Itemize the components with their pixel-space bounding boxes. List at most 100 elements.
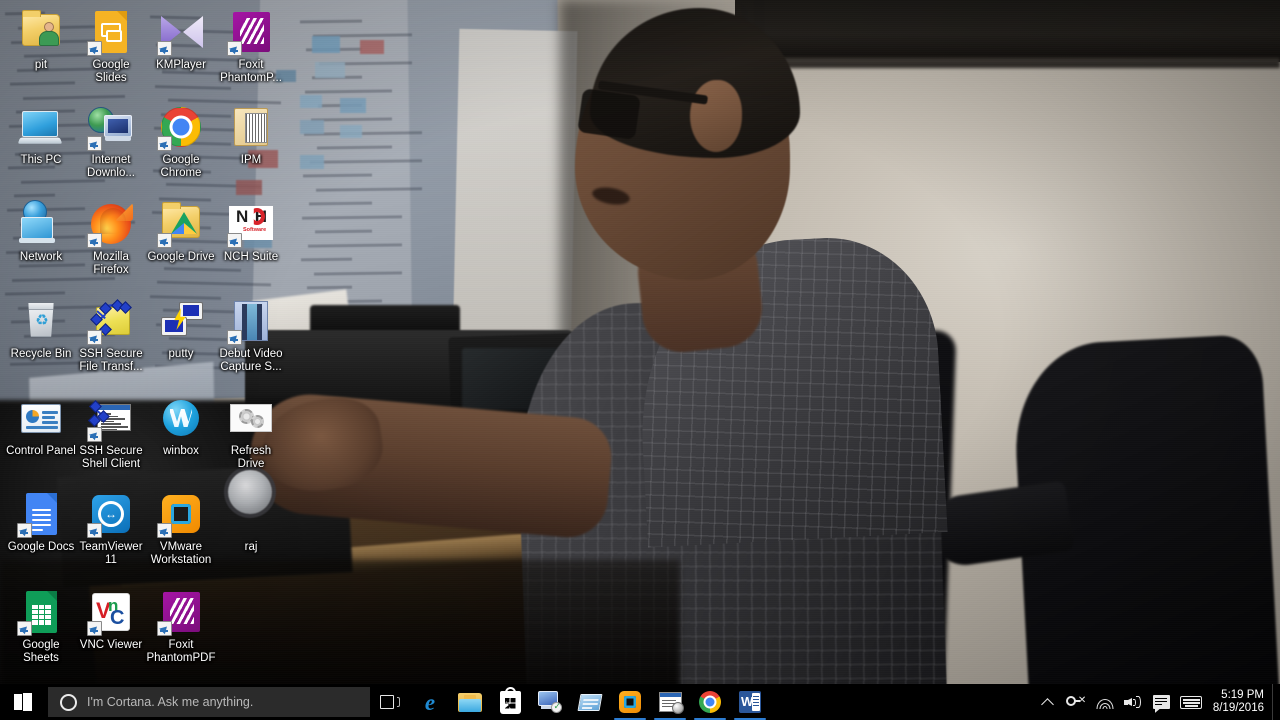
shortcut-overlay-icon [87,330,102,345]
desktop-icon-label: Control Panel [6,445,76,457]
desktop-icon-label: Google Drive [147,251,215,263]
desktop-icon-kmplayer[interactable]: KMPlayer [146,8,216,72]
search-input[interactable]: I'm Cortana. Ask me anything. [48,687,370,717]
shortcut-overlay-icon [87,427,102,442]
taskbar-item-ssh-secure-shell-client[interactable] [650,684,690,720]
desktop-icon-label: TeamViewer 11 [79,541,143,566]
taskbar-item-microsoft-word[interactable]: W [730,684,770,720]
desktop-icon-ipm[interactable]: IPM [216,103,286,167]
show-hidden-icons-button[interactable] [1035,684,1061,720]
debut-video-capture-icon [227,297,275,345]
shortcut-overlay-icon [87,621,102,636]
desktop-icon-winbox[interactable]: winbox [146,394,216,458]
google-chrome-icon [157,103,205,151]
desktop-icon-label: raj [244,541,258,553]
desktop-icon-google-sheets[interactable]: Google Sheets [6,588,76,664]
desktop-icon-label: NCH Suite [223,251,279,263]
windows-logo-icon [14,693,32,711]
internet-download-manager-icon [87,103,135,151]
desktop[interactable]: pit Google Slides KMPlayer Foxit PhantomP..… [0,0,1280,720]
task-view-button[interactable] [370,684,410,720]
shortcut-overlay-icon [17,523,32,538]
taskbar-item-google-chrome[interactable] [690,684,730,720]
chrome-icon [699,691,721,713]
desktop-icon-label: Network [19,251,63,263]
desktop-icon-label: Google Slides [92,59,130,84]
desktop-icon-raj[interactable]: raj [216,490,286,554]
desktop-icon-label: Recycle Bin [10,348,72,360]
taskbar-item-file-explorer[interactable] [450,684,490,720]
desktop-icon-label: Refresh Drive [230,445,272,470]
desktop-icon-label: KMPlayer [156,59,206,71]
taskbar-item-remote-desktop[interactable] [530,684,570,720]
desktop-icon-mozilla-firefox[interactable]: Mozilla Firefox [76,200,146,276]
raj-file-icon [227,490,275,538]
desktop-icon-foxit-phantompdf[interactable]: Foxit PhantomPDF [146,588,216,664]
google-drive-icon [157,200,205,248]
desktop-icon-teamviewer-11[interactable]: ↔ TeamViewer 11 [76,490,146,566]
system-tray[interactable]: ✕ 5:19 PM 8/19/2016 [1035,684,1280,720]
microsoft-store-icon [499,686,521,714]
desktop-icon-label: winbox [163,445,199,457]
refresh-drive-icon [227,394,275,442]
touch-keyboard-button[interactable] [1175,684,1207,720]
desktop-icon-google-docs[interactable]: Google Docs [6,490,76,554]
taskbar-item-notepad[interactable] [570,684,610,720]
desktop-icon-this-pc[interactable]: This PC [6,103,76,167]
network-status-button[interactable]: ✕ [1061,684,1091,720]
desktop-icon-google-drive[interactable]: Google Drive [146,200,216,264]
desktop-icon-network[interactable]: Network [6,200,76,264]
user-folder-icon [17,8,65,56]
desktop-icon-label: Google Chrome [160,154,202,179]
file-explorer-icon [458,692,482,712]
remote-desktop-icon [538,691,562,713]
desktop-icon-google-chrome[interactable]: Google Chrome [146,103,216,179]
taskbar[interactable]: I'm Cortana. Ask me anything. e ✓ W ✕ 5:… [0,684,1280,720]
start-button[interactable] [0,684,46,720]
desktop-icon-vmware-workstation[interactable]: VMware Workstation [146,490,216,566]
desktop-icon-foxit-phantomp[interactable]: Foxit PhantomP... [216,8,286,84]
shortcut-overlay-icon [87,523,102,538]
desktop-icon-label: Mozilla Firefox [93,251,129,276]
desktop-icon-ssh-secure-shell-client[interactable]: SSH Secure Shell Client [76,394,146,470]
taskbar-item-vmware-workstation[interactable] [610,684,650,720]
shortcut-overlay-icon [87,136,102,151]
this-pc-icon [17,103,65,151]
desktop-icon-pit[interactable]: pit [6,8,76,72]
foxit-phantompdf-icon [227,8,275,56]
desktop-icon-label: SSH Secure Shell Client [79,445,143,470]
desktop-icon-internet-downlo[interactable]: Internet Downlo... [76,103,146,179]
winbox-icon [157,394,205,442]
desktop-icon-grid[interactable]: pit Google Slides KMPlayer Foxit PhantomP..… [0,0,290,690]
taskbar-item-microsoft-store[interactable] [490,684,530,720]
wifi-button[interactable] [1091,684,1119,720]
desktop-icon-label: Foxit PhantomPDF [146,639,216,664]
desktop-icon-label: putty [168,348,194,360]
shortcut-overlay-icon [157,233,172,248]
desktop-icon-debut-video-capture-s[interactable]: Debut Video Capture S... [216,297,286,373]
task-view-icon [380,694,400,710]
nch-software-icon: N H Software [227,200,275,248]
shortcut-overlay-icon [87,233,102,248]
action-center-button[interactable] [1148,684,1175,720]
desktop-icon-recycle-bin[interactable]: ♻ Recycle Bin [6,297,76,361]
wifi-icon [1096,695,1114,709]
foxit-phantompdf-icon [157,588,205,636]
desktop-icon-nch-suite[interactable]: N H Software NCH Suite [216,200,286,264]
taskbar-item-microsoft-edge[interactable]: e [410,684,450,720]
desktop-icon-control-panel[interactable]: Control Panel [6,394,76,458]
desktop-icon-putty[interactable]: putty [146,297,216,361]
clock-date: 8/19/2016 [1212,702,1264,714]
desktop-icon-ssh-secure-file-transf[interactable]: SSH Secure File Transf... [76,297,146,373]
recycle-bin-icon: ♻ [17,297,65,345]
volume-button[interactable] [1119,684,1148,720]
desktop-icon-label: This PC [20,154,62,166]
network-icon [17,200,65,248]
ssh-shell-client-icon [658,692,684,714]
clock[interactable]: 5:19 PM 8/19/2016 [1207,684,1272,720]
desktop-icon-google-slides[interactable]: Google Slides [76,8,146,84]
google-slides-icon [87,8,135,56]
desktop-icon-refresh-drive[interactable]: Refresh Drive [216,394,286,470]
desktop-icon-vnc-viewer[interactable]: Vn C VNC Viewer [76,588,146,652]
show-desktop-button[interactable] [1272,684,1280,720]
